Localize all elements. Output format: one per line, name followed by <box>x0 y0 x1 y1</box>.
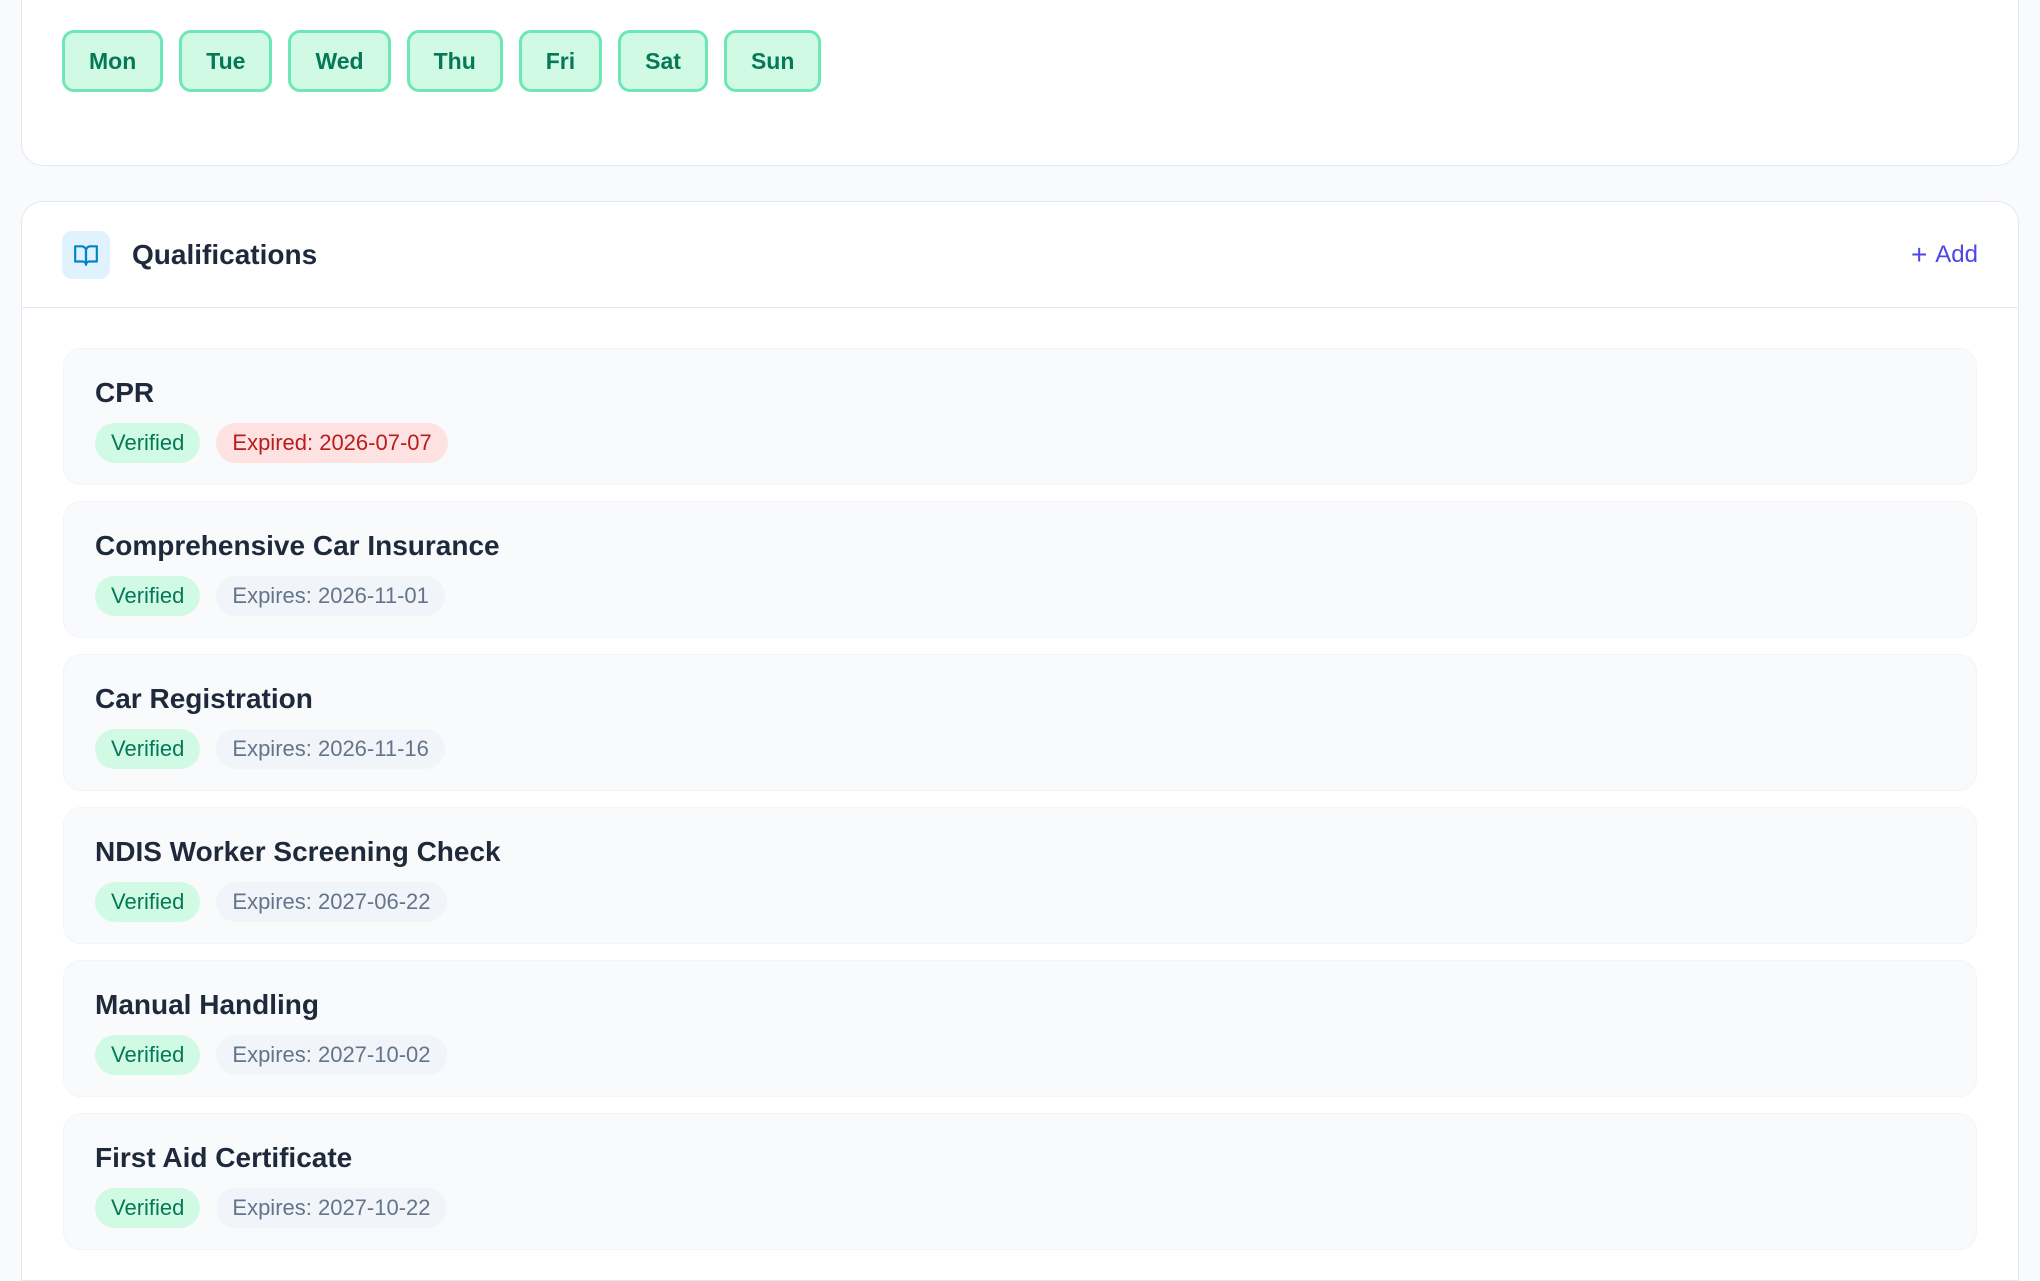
qualifications-list: CPR Verified Expired: 2026-07-07 Compreh… <box>63 348 1977 1266</box>
verified-badge: Verified <box>95 576 201 616</box>
qualification-item[interactable]: CPR Verified Expired: 2026-07-07 <box>63 348 1977 485</box>
day-chip-mon[interactable]: Mon <box>62 30 164 92</box>
verified-badge: Verified <box>95 423 201 463</box>
qualification-name: NDIS Worker Screening Check <box>95 836 501 867</box>
verified-badge: Verified <box>95 729 201 769</box>
qualifications-title: Qualifications <box>132 238 318 270</box>
day-chips: Mon Tue Wed Thu Fri Sat Sun <box>62 30 822 92</box>
add-label: Add <box>1935 241 1978 268</box>
day-chip-wed[interactable]: Wed <box>288 30 391 92</box>
day-chip-tue[interactable]: Tue <box>179 30 273 92</box>
day-chip-fri[interactable]: Fri <box>518 30 603 92</box>
qualification-name: Car Registration <box>95 683 313 714</box>
qualification-name: Comprehensive Car Insurance <box>95 530 500 561</box>
expiry-badge: Expires: 2027-10-22 <box>216 1188 447 1228</box>
qualifications-header: Qualifications + Add <box>22 202 2018 308</box>
expiry-badge: Expires: 2026-11-16 <box>216 729 445 769</box>
book-open-icon <box>62 230 110 279</box>
day-chip-sat[interactable]: Sat <box>618 30 708 92</box>
day-chip-thu[interactable]: Thu <box>406 30 503 92</box>
qualification-item[interactable]: Comprehensive Car Insurance Verified Exp… <box>63 501 1977 638</box>
plus-icon: + <box>1910 239 1928 270</box>
qualification-item[interactable]: NDIS Worker Screening Check Verified Exp… <box>63 807 1977 944</box>
day-chip-sun[interactable]: Sun <box>723 30 822 92</box>
availability-card: Mon Tue Wed Thu Fri Sat Sun <box>21 0 2019 166</box>
verified-badge: Verified <box>95 1188 201 1228</box>
add-qualification-button[interactable]: + Add <box>1911 202 1978 308</box>
qualification-name: Manual Handling <box>95 989 319 1020</box>
qualifications-card: Qualifications + Add CPR Verified Expire… <box>21 201 2019 1281</box>
verified-badge: Verified <box>95 882 201 922</box>
qualification-name: First Aid Certificate <box>95 1142 353 1173</box>
qualification-name: CPR <box>95 377 155 408</box>
expiry-badge: Expires: 2027-06-22 <box>216 882 447 922</box>
qualification-item[interactable]: Manual Handling Verified Expires: 2027-1… <box>63 960 1977 1097</box>
verified-badge: Verified <box>95 1035 201 1075</box>
qualification-item[interactable]: First Aid Certificate Verified Expires: … <box>63 1113 1977 1250</box>
expiry-badge: Expires: 2026-11-01 <box>216 576 445 616</box>
qualification-item[interactable]: Car Registration Verified Expires: 2026-… <box>63 654 1977 791</box>
expiry-badge: Expired: 2026-07-07 <box>216 423 448 463</box>
expiry-badge: Expires: 2027-10-02 <box>216 1035 447 1075</box>
